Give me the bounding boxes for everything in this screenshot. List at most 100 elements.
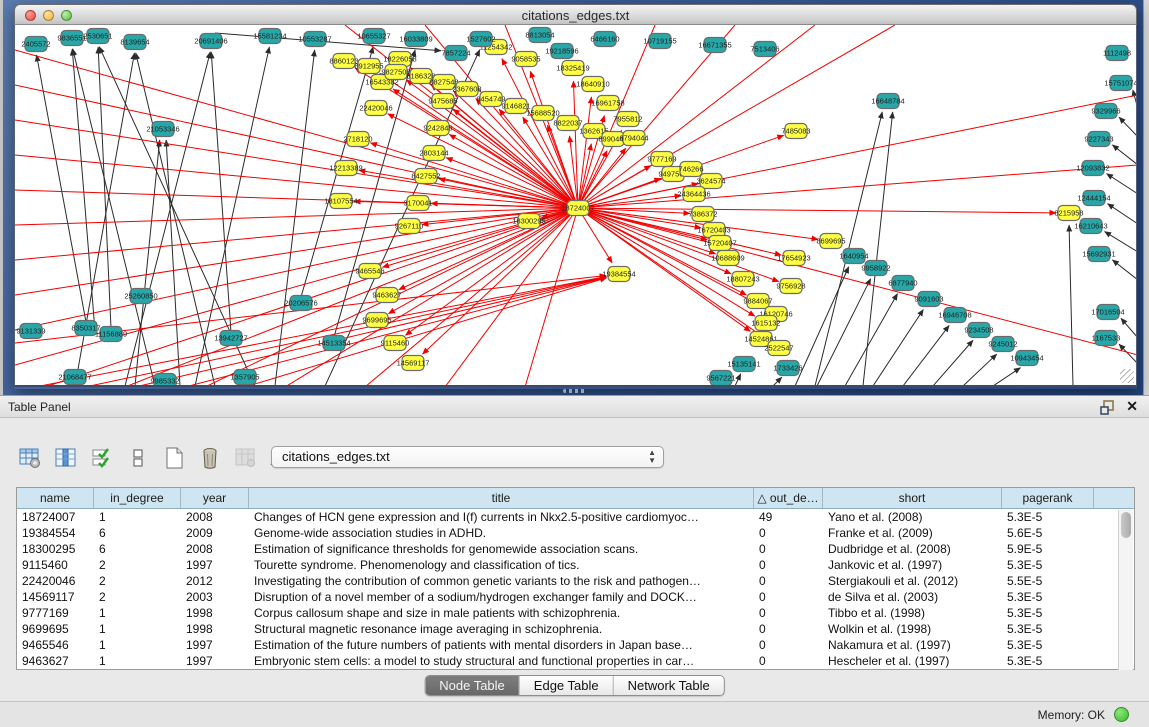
create-table-icon[interactable] (160, 444, 188, 472)
graph-node[interactable]: 9777169 (647, 152, 676, 167)
graph-node[interactable]: 10719155 (643, 34, 676, 49)
table-row[interactable]: 969969511998Structural magnetic resonanc… (17, 621, 1134, 637)
graph-node[interactable]: 8427552 (411, 169, 440, 184)
graph-node[interactable]: 9958922 (861, 261, 890, 276)
graph-node[interactable]: 2803144 (419, 146, 448, 161)
graph-node[interactable]: 25260850 (124, 289, 157, 304)
tab-network-table[interactable]: Network Table (614, 676, 724, 695)
graph-node[interactable]: 10655327 (357, 29, 390, 44)
graph-node[interactable]: 1733426 (773, 361, 802, 376)
table-row[interactable]: 946554611997Estimation of the future num… (17, 637, 1134, 653)
graph-node[interactable]: 16033809 (399, 32, 432, 47)
graph-node[interactable]: 1615132 (751, 316, 780, 331)
graph-node[interactable]: 9985332 (150, 374, 179, 388)
graph-node[interactable]: 8822037 (553, 116, 582, 131)
graph-node[interactable]: 9465546 (355, 264, 384, 279)
table-row[interactable]: 977716911998Corpus callosum shape and si… (17, 605, 1134, 621)
graph-node[interactable]: 1112498 (1103, 46, 1131, 61)
graph-node[interactable]: 1640954 (839, 249, 868, 264)
graph-node[interactable]: 15751074 (1104, 76, 1137, 91)
vertical-scrollbar[interactable] (1118, 510, 1133, 670)
show-selected-columns-icon[interactable] (52, 444, 80, 472)
table-row[interactable]: 1938455462009Genome-wide association stu… (17, 525, 1134, 541)
graph-node[interactable]: 9329966 (1091, 104, 1120, 119)
graph-node[interactable]: 18325419 (556, 61, 589, 76)
graph-node[interactable]: 2530651 (83, 29, 112, 44)
graph-node[interactable]: 15692931 (1082, 247, 1115, 262)
graph-node[interactable]: 9234508 (964, 323, 993, 338)
tab-node-table[interactable]: Node Table (425, 676, 520, 695)
graph-node[interactable]: 12444154 (1077, 191, 1110, 206)
scrollbar-thumb[interactable] (1121, 512, 1131, 538)
graph-node[interactable]: 1357905 (230, 370, 259, 385)
graph-node[interactable]: 8912955 (354, 59, 383, 74)
graph-node[interactable]: 19218596 (545, 44, 578, 59)
column-header-pagerank[interactable]: pagerank (1002, 488, 1094, 508)
graph-node[interactable]: 10943454 (1010, 351, 1043, 366)
graph-node[interactable]: 8139654 (120, 35, 149, 50)
graph-node[interactable]: 9227343 (1084, 132, 1113, 147)
graph-node[interactable]: 21053346 (146, 122, 179, 137)
graph-node[interactable]: 6877940 (888, 276, 917, 291)
graph-node[interactable]: 18640910 (576, 77, 609, 92)
table-row[interactable]: 1456911722003Disruption of a novel membe… (17, 589, 1134, 605)
graph-node[interactable]: 10553287 (298, 32, 331, 47)
graph-node[interactable]: 20206576 (284, 296, 317, 311)
network-canvas[interactable]: 8860123891295518226058165433829827508818… (14, 25, 1137, 387)
graph-node[interactable]: 9699695 (362, 313, 391, 328)
graph-node[interactable]: 14569117 (397, 356, 430, 371)
graph-node[interactable]: 22420046 (359, 101, 392, 116)
graph-node[interactable]: 15581234 (253, 29, 286, 44)
graph-node[interactable]: 746266 (678, 162, 703, 177)
table-row[interactable]: 1872400712008Changes of HCN gene express… (17, 509, 1134, 525)
graph-node[interactable]: 6794044 (619, 131, 648, 146)
graph-node[interactable]: 9131339 (16, 324, 45, 339)
graph-node[interactable]: 7857224 (441, 46, 470, 61)
network-table-selector[interactable]: citations_edges.txt ▲▼ (271, 446, 664, 468)
graph-node[interactable]: 17016504 (1091, 305, 1124, 320)
graph-node[interactable]: 8699695 (816, 234, 845, 249)
graph-node[interactable]: 18807243 (726, 272, 759, 287)
show-table-options-icon[interactable] (16, 444, 44, 472)
graph-node[interactable]: 8350317 (71, 321, 100, 336)
graph-node[interactable]: 9475685 (428, 94, 457, 109)
table-row[interactable]: 946362711997Embryonic stem cells: a mode… (17, 653, 1134, 669)
window-titlebar[interactable]: citations_edges.txt (14, 4, 1137, 25)
graph-node[interactable]: 1527602 (466, 32, 495, 47)
table-row[interactable]: 1830029562008Estimation of significance … (17, 541, 1134, 557)
graph-node[interactable]: 7485083 (781, 124, 810, 139)
tab-edge-table[interactable]: Edge Table (520, 676, 614, 695)
graph-node[interactable]: 9756928 (776, 279, 805, 294)
graph-node[interactable]: 8813054 (525, 28, 554, 43)
table-row[interactable]: 911546021997Tourette syndrome. Phenomeno… (17, 557, 1134, 573)
graph-node[interactable]: 1167533 (1092, 331, 1121, 346)
window-resize-grip[interactable] (1120, 369, 1134, 383)
delete-table-icon[interactable] (196, 444, 224, 472)
graph-node[interactable]: 18107554 (324, 194, 357, 209)
graph-node[interactable]: 16648784 (871, 94, 904, 109)
graph-node[interactable]: 16671355 (698, 38, 731, 53)
table-row[interactable]: 2242004622012Investigating the contribut… (17, 573, 1134, 589)
column-header-name[interactable]: name (17, 488, 94, 508)
graph-node[interactable]: 14513354 (317, 336, 350, 351)
graph-node[interactable]: 2522547 (764, 341, 793, 356)
graph-node[interactable]: 17654923 (777, 251, 810, 266)
graph-node[interactable]: 9567221 (706, 371, 735, 386)
graph-node[interactable]: 9463627 (372, 288, 401, 303)
splitpane-drag-handle[interactable] (563, 389, 587, 393)
graph-node[interactable]: 9267110 (395, 219, 424, 234)
graph-node[interactable]: 6466160 (590, 32, 619, 47)
column-header-in_degree[interactable]: in_degree (94, 488, 181, 508)
undock-panel-icon[interactable] (1100, 400, 1115, 415)
graph-node[interactable]: 16946708 (938, 308, 971, 323)
graph-node[interactable]: 15135141 (727, 357, 760, 372)
column-header-year[interactable]: year (181, 488, 249, 508)
graph-node[interactable]: 20691406 (194, 34, 227, 49)
graph-node[interactable]: 9245012 (988, 337, 1017, 352)
column-header-title[interactable]: title (249, 488, 754, 508)
graph-node[interactable]: 24364436 (677, 187, 710, 202)
graph-node[interactable]: 19384554 (602, 267, 635, 282)
graph-node[interactable]: 7955812 (613, 112, 642, 127)
graph-node[interactable]: 16210643 (1074, 219, 1107, 234)
graph-node[interactable]: 9091603 (914, 292, 943, 307)
